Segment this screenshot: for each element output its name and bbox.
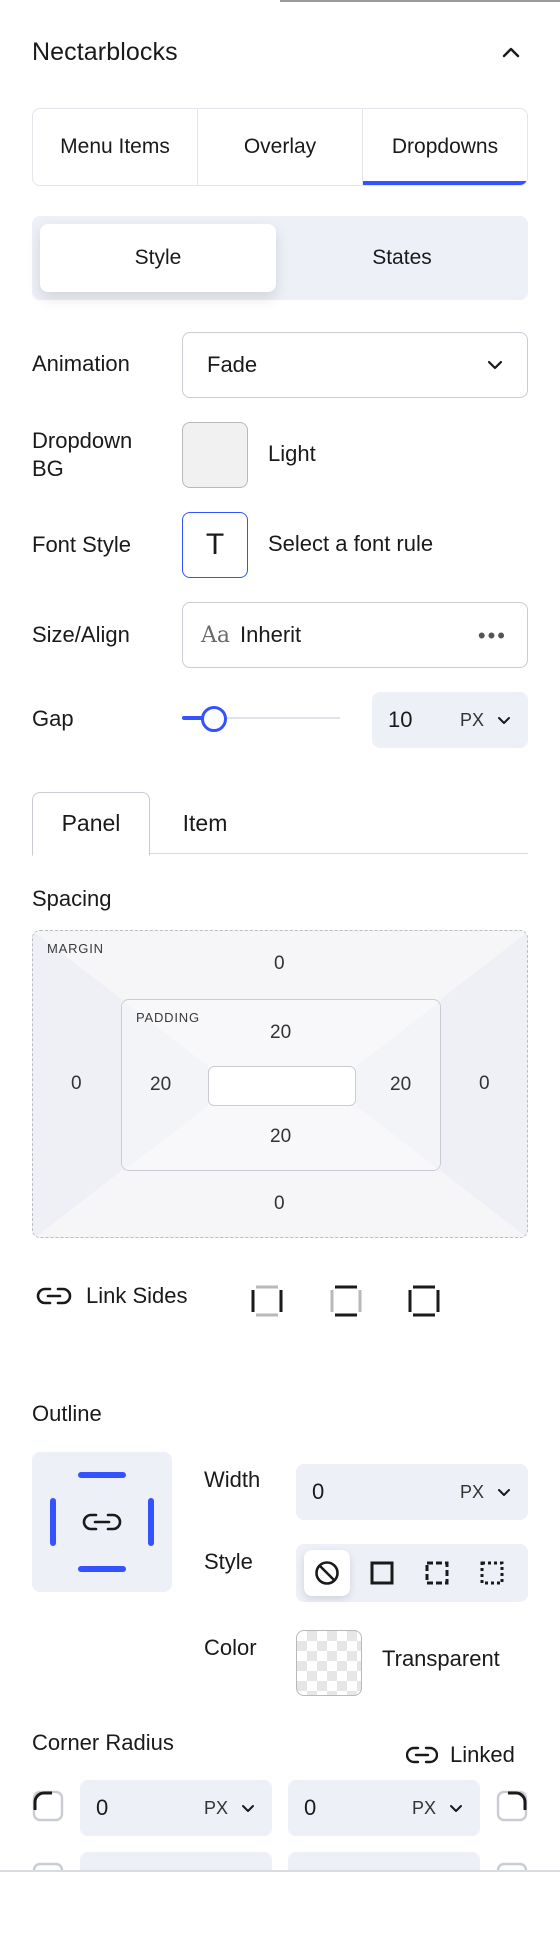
dashed-border-icon	[425, 1561, 449, 1585]
solid-border-icon	[370, 1561, 394, 1585]
outline-width-unit[interactable]: PX	[460, 1482, 484, 1503]
panel-footer	[0, 1872, 560, 1950]
style-tab[interactable]: Style	[40, 224, 276, 292]
corner-top-left-value: 0	[96, 1795, 109, 1820]
animation-value: Fade	[207, 352, 258, 377]
link-icon	[36, 1287, 72, 1305]
outline-title: Outline	[32, 1401, 102, 1426]
text-icon: T	[205, 528, 225, 561]
chevron-down-icon	[487, 360, 503, 370]
corner-top-right-unit[interactable]: PX	[412, 1798, 436, 1819]
tab-overlay[interactable]: Overlay	[198, 109, 363, 185]
margin-box: MARGIN 0 0 0 0 PADDING 20 20 20 20	[32, 930, 528, 1238]
link-horizontal-sides-icon[interactable]	[329, 1284, 363, 1318]
dropdown-bg-label: Dropdown BG	[32, 427, 132, 483]
tab-dropdowns[interactable]: Dropdowns	[363, 109, 527, 185]
outline-style-options	[296, 1544, 528, 1602]
chevron-down-icon[interactable]	[240, 1800, 256, 1816]
outline-color-value: Transparent	[382, 1646, 500, 1671]
margin-right-value[interactable]: 0	[479, 1073, 490, 1095]
corner-top-left-input[interactable]: 0 PX	[80, 1780, 272, 1836]
corner-top-left-icon	[32, 1790, 64, 1822]
tab-panel[interactable]: Panel	[32, 792, 150, 856]
style-states-switch: Style States	[32, 216, 528, 300]
font-style-label: Font Style	[32, 532, 132, 557]
outline-width-label: Width	[204, 1467, 261, 1492]
margin-left-value[interactable]: 0	[71, 1073, 82, 1095]
typography-icon: Aa	[201, 622, 231, 648]
padding-box: PADDING 20 20 20 20	[121, 999, 441, 1171]
tab-menu-items[interactable]: Menu Items	[33, 109, 198, 185]
spacing-title: Spacing	[32, 886, 112, 911]
padding-label: PADDING	[136, 1010, 200, 1025]
margin-top-value[interactable]: 0	[274, 953, 285, 975]
padding-bottom-value[interactable]: 20	[270, 1126, 291, 1148]
outline-style-solid[interactable]	[359, 1550, 405, 1596]
padding-left-value[interactable]: 20	[150, 1074, 171, 1096]
animation-label: Animation	[32, 351, 130, 376]
gap-value: 10	[388, 707, 413, 732]
corner-top-left-unit[interactable]: PX	[204, 1798, 228, 1819]
chevron-down-icon[interactable]	[448, 1800, 464, 1816]
corner-radius-title: Corner Radius	[32, 1730, 174, 1755]
padding-right-value[interactable]: 20	[390, 1074, 411, 1096]
outline-width-input[interactable]: 0 PX	[296, 1464, 528, 1520]
outline-color-swatch[interactable]	[296, 1630, 362, 1696]
corner-top-right-icon	[496, 1790, 528, 1822]
outline-style-dotted[interactable]	[469, 1550, 515, 1596]
chevron-down-icon[interactable]	[496, 712, 512, 728]
font-rule-value: Select a font rule	[268, 531, 434, 556]
size-align-field[interactable]: Aa Inherit •••	[182, 602, 528, 668]
link-sides-toggle[interactable]: Link Sides	[36, 1276, 188, 1316]
outline-sides-selector[interactable]	[32, 1452, 172, 1592]
font-style-button[interactable]: T	[182, 512, 248, 578]
states-tab[interactable]: States	[284, 224, 520, 292]
more-options-icon[interactable]: •••	[478, 623, 507, 649]
dropdown-bg-label-line2: BG	[32, 456, 64, 481]
dropdown-bg-swatch[interactable]	[182, 422, 248, 488]
outline-color-label: Color	[204, 1635, 257, 1660]
dropdown-bg-value: Light	[268, 441, 316, 466]
no-outline-icon	[315, 1561, 339, 1585]
corner-top-right-input[interactable]: 0 PX	[288, 1780, 480, 1836]
link-sides-label: Link Sides	[86, 1283, 188, 1308]
outline-sides-icon	[50, 1472, 154, 1572]
outline-width-value: 0	[312, 1479, 325, 1504]
panel-item-tabs: Panel Item	[32, 792, 528, 856]
link-vertical-sides-icon[interactable]	[250, 1284, 284, 1318]
top-divider	[280, 0, 560, 2]
gap-label: Gap	[32, 706, 74, 731]
margin-label: MARGIN	[47, 941, 104, 956]
panel-title: Nectarblocks	[32, 38, 178, 66]
gap-input[interactable]: 10 PX	[372, 692, 528, 748]
chevron-down-icon[interactable]	[496, 1484, 512, 1500]
content-box	[208, 1066, 356, 1106]
panel-header[interactable]: Nectarblocks	[32, 34, 528, 70]
main-tabs: Menu Items Overlay Dropdowns	[32, 108, 528, 186]
corner-radius-linked-toggle[interactable]: Linked	[406, 1740, 515, 1770]
linked-label: Linked	[450, 1742, 515, 1767]
gap-unit[interactable]: PX	[460, 710, 484, 731]
gap-slider-handle[interactable]	[200, 706, 227, 732]
dotted-border-icon	[480, 1561, 504, 1585]
size-align-value: Inherit	[240, 622, 302, 647]
size-align-label: Size/Align	[32, 622, 130, 647]
bottom-divider	[0, 1870, 560, 1872]
dropdown-bg-label-line1: Dropdown	[32, 428, 133, 453]
margin-bottom-value[interactable]: 0	[274, 1193, 285, 1215]
chevron-up-icon[interactable]	[500, 42, 522, 64]
tab-item[interactable]: Item	[150, 792, 260, 854]
outline-style-dashed[interactable]	[414, 1550, 460, 1596]
padding-top-value[interactable]: 20	[270, 1022, 291, 1044]
outline-style-none[interactable]	[304, 1550, 350, 1596]
link-icon	[406, 1746, 438, 1764]
animation-select[interactable]: Fade	[182, 332, 528, 398]
outline-style-label: Style	[204, 1549, 253, 1574]
corner-top-right-value: 0	[304, 1795, 317, 1820]
link-all-sides-icon[interactable]	[407, 1284, 441, 1318]
